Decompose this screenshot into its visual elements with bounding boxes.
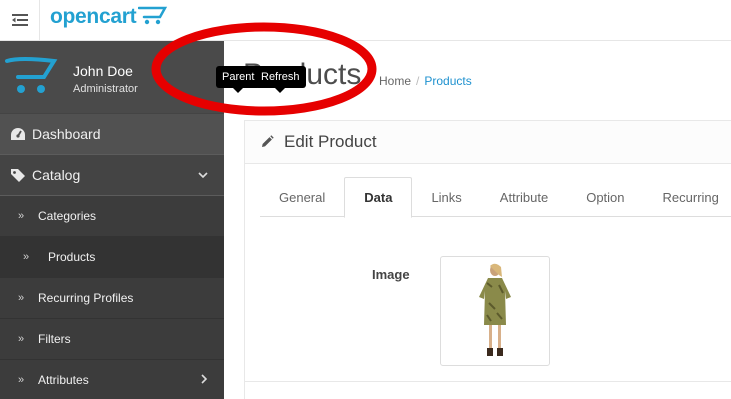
image-label: Image <box>372 267 410 282</box>
product-photo <box>479 263 511 356</box>
tab-attribute[interactable]: Attribute <box>481 177 567 217</box>
sidebar-item-label: Attributes <box>38 373 89 387</box>
top-header: opencart <box>0 0 731 41</box>
panel-heading: Edit Product <box>245 121 731 164</box>
tooltip-parent: Parent <box>216 66 261 93</box>
opencart-logo[interactable]: opencart <box>50 5 168 29</box>
sidebar-item-filters[interactable]: » Filters <box>0 319 224 360</box>
dashboard-icon <box>0 127 32 141</box>
sidebar-item-catalog[interactable]: Catalog <box>0 155 224 196</box>
logo-text: opencart <box>50 5 137 28</box>
sidebar-item-label: Dashboard <box>32 126 101 142</box>
chevron-down-icon <box>198 168 208 182</box>
tab-data[interactable]: Data <box>344 177 413 218</box>
sidebar-item-categories[interactable]: » Categories <box>0 196 224 237</box>
product-tabs: General Data Links Attribute Option Recu… <box>260 177 731 218</box>
user-profile[interactable]: John Doe Administrator <box>0 41 224 114</box>
pencil-icon <box>262 135 274 147</box>
breadcrumb-home-link[interactable]: Home <box>379 74 411 88</box>
sidebar-item-dashboard[interactable]: Dashboard <box>0 114 224 155</box>
panel-title: Edit Product <box>284 132 377 151</box>
sidebar-item-products[interactable]: » Products <box>0 237 224 278</box>
user-role: Administrator <box>73 83 138 95</box>
tab-option[interactable]: Option <box>567 177 643 217</box>
sidebar-item-label: Filters <box>38 332 71 346</box>
sidebar-item-label: Catalog <box>32 167 81 183</box>
tag-icon <box>0 168 32 182</box>
user-name: John Doe <box>73 63 133 79</box>
double-chevron-icon: » <box>17 374 25 386</box>
sidebar-item-attributes[interactable]: » Attributes <box>0 360 224 399</box>
menu-toggle-button[interactable] <box>0 0 40 40</box>
sidebar-item-label: Categories <box>38 209 97 223</box>
chevron-right-icon <box>200 373 208 387</box>
breadcrumb-separator: / <box>416 74 420 88</box>
breadcrumb: Home / Products <box>371 74 472 88</box>
sidebar-item-label: Products <box>48 250 96 264</box>
tab-recurring[interactable]: Recurring <box>644 177 731 217</box>
double-chevron-icon: » <box>22 251 30 263</box>
sidebar-item-recurring-profiles[interactable]: » Recurring Profiles <box>0 278 224 319</box>
menu-toggle-icon <box>11 14 28 26</box>
double-chevron-icon: » <box>17 333 25 345</box>
tab-general[interactable]: General <box>260 177 344 217</box>
edit-product-panel: Edit Product General Data Links Attribut… <box>244 120 731 399</box>
cart-avatar-icon <box>5 57 58 93</box>
tooltip-refresh: Refresh <box>255 66 306 93</box>
double-chevron-icon: » <box>17 292 25 304</box>
double-chevron-icon: » <box>17 210 25 222</box>
main-content: Products Home / Products Edit Product Gene… <box>224 41 731 399</box>
sidebar-item-label: Recurring Profiles <box>38 291 134 305</box>
breadcrumb-products-link[interactable]: Products <box>424 74 471 88</box>
form-divider <box>245 381 731 382</box>
cart-logo-icon <box>138 6 168 25</box>
tab-links[interactable]: Links <box>412 177 480 217</box>
product-image-thumbnail[interactable] <box>440 256 550 366</box>
sidebar: John Doe Administrator Dashboard Catalog… <box>0 41 224 399</box>
